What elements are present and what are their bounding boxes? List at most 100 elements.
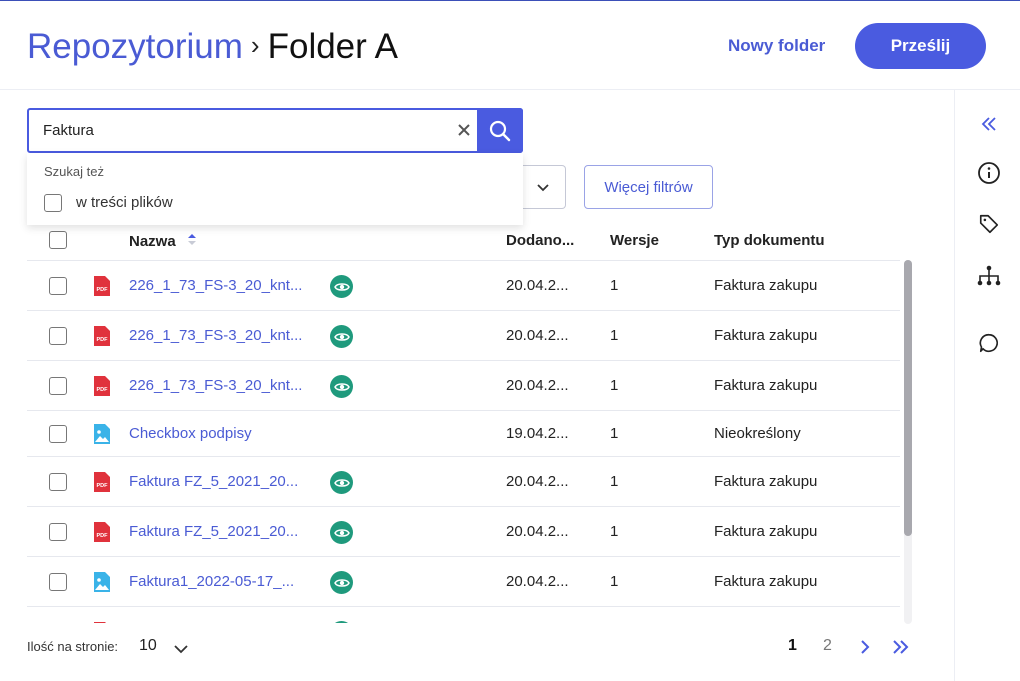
column-header-doctype[interactable]: Typ dokumentu bbox=[714, 232, 825, 249]
eye-icon bbox=[333, 382, 350, 391]
svg-text:PDF: PDF bbox=[97, 337, 109, 343]
svg-text:PDF: PDF bbox=[97, 387, 109, 393]
page-2-button[interactable]: 2 bbox=[823, 637, 832, 655]
clear-search-button[interactable] bbox=[453, 119, 475, 141]
next-page-icon[interactable] bbox=[857, 638, 873, 656]
more-filters-button[interactable]: Więcej filtrów bbox=[584, 165, 713, 209]
search-file-contents-checkbox[interactable] bbox=[44, 194, 62, 212]
row-checkbox[interactable] bbox=[49, 425, 67, 443]
preview-badge[interactable] bbox=[330, 621, 353, 623]
preview-badge[interactable] bbox=[330, 471, 353, 494]
file-name-link[interactable]: 226_1_73_FS-3_20_knt... bbox=[129, 377, 314, 394]
document-type: Faktura zakupu bbox=[714, 523, 818, 540]
preview-badge[interactable] bbox=[330, 325, 353, 348]
row-checkbox[interactable] bbox=[49, 277, 67, 295]
page-header: Repozytorium › Folder A Nowy folder Prześl… bbox=[0, 1, 1020, 90]
eye-icon bbox=[333, 478, 350, 487]
row-checkbox[interactable] bbox=[49, 523, 67, 541]
double-chevron-left-icon bbox=[981, 117, 996, 131]
document-type: Nieokreślony bbox=[714, 425, 801, 442]
column-header-versions[interactable]: Wersje bbox=[610, 232, 659, 249]
pdf-file-icon: PDF bbox=[94, 522, 110, 542]
version-count: 1 bbox=[610, 377, 619, 394]
last-page-icon[interactable] bbox=[890, 638, 912, 656]
image-file-icon bbox=[94, 572, 110, 592]
chevron-down-icon[interactable] bbox=[172, 640, 190, 658]
document-type: Faktura zakupu bbox=[714, 377, 818, 394]
eye-icon bbox=[333, 332, 350, 341]
column-header-added[interactable]: Dodano... bbox=[506, 232, 574, 249]
pdf-file-icon: PDF bbox=[94, 276, 110, 296]
version-count: 1 bbox=[610, 277, 619, 294]
row-checkbox[interactable] bbox=[49, 377, 67, 395]
preview-badge[interactable] bbox=[330, 521, 353, 544]
search-also-label: Szukaj też bbox=[44, 164, 104, 179]
scrollbar-thumb[interactable] bbox=[904, 260, 912, 536]
eye-icon bbox=[333, 578, 350, 587]
table-row[interactable]: Faktura1_2022-05-17_... 20.04.2... 1 Faktur… bbox=[27, 557, 900, 607]
breadcrumb-root-link[interactable]: Repozytorium bbox=[27, 27, 243, 66]
info-icon bbox=[978, 162, 1000, 184]
per-page-select[interactable]: 10 bbox=[139, 637, 157, 655]
table-header: Nazwa Dodano... Wersje Typ dokumentu bbox=[27, 222, 900, 261]
image-file-icon bbox=[94, 424, 110, 444]
column-header-name[interactable]: Nazwa bbox=[129, 232, 198, 250]
upload-button[interactable]: Prześlij bbox=[855, 23, 986, 69]
select-all-checkbox[interactable] bbox=[49, 231, 67, 249]
document-type: Faktura zakupu bbox=[714, 473, 818, 490]
added-date: 20.04.2... bbox=[506, 277, 569, 294]
preview-badge[interactable] bbox=[330, 571, 353, 594]
comments-button[interactable] bbox=[975, 329, 1003, 357]
file-name-link[interactable]: Faktura FZ_5_2021_20... bbox=[129, 523, 314, 540]
row-checkbox[interactable] bbox=[49, 327, 67, 345]
row-checkbox[interactable] bbox=[49, 573, 67, 591]
documents-table: Nazwa Dodano... Wersje Typ dokumentu PDF… bbox=[27, 222, 900, 623]
search-box bbox=[27, 108, 523, 153]
filter-select-toggle[interactable] bbox=[520, 165, 566, 209]
table-row[interactable]: PDF Faktura FZ_5_2021_20... 20.04.2... 1 Fak… bbox=[27, 457, 900, 507]
file-name-link[interactable]: 226_1_73_FS-3_20_knt... bbox=[129, 277, 314, 294]
svg-text:PDF: PDF bbox=[97, 483, 109, 489]
table-scrollbar[interactable] bbox=[904, 260, 912, 624]
file-name-link[interactable]: Faktura1_2022-05-17_... bbox=[129, 573, 314, 590]
table-row[interactable]: PDF 226_1_73_FS-3_20_knt... 20.04.2... 1 Fak… bbox=[27, 361, 900, 411]
table-row[interactable]: PDF 226_1_73_FS-3_20_knt... 20.04.2... 1 Fak… bbox=[27, 311, 900, 361]
preview-badge[interactable] bbox=[330, 275, 353, 298]
search-input[interactable] bbox=[43, 110, 443, 151]
table-row[interactable]: PDF Faktura FZ_5_2021_20... 20.04.2... 1 Fak… bbox=[27, 507, 900, 557]
structure-button[interactable] bbox=[975, 262, 1003, 290]
added-date: 20.04.2... bbox=[506, 573, 569, 590]
file-name-link[interactable]: Checkbox podpisy bbox=[129, 425, 314, 442]
file-name-link[interactable]: 226_1_73_FS-3_20_knt... bbox=[129, 327, 314, 344]
comment-icon bbox=[979, 333, 998, 353]
new-folder-button[interactable]: Nowy folder bbox=[718, 31, 835, 61]
table-row[interactable]: Checkbox podpisy 19.04.2... 1 Nieokreślony bbox=[27, 411, 900, 457]
tag-icon bbox=[979, 214, 999, 234]
added-date: 20.04.2... bbox=[506, 523, 569, 540]
table-row[interactable]: PDFFZ_10_2022_2022-01...19.04.2...1Faktu… bbox=[27, 607, 900, 623]
search-file-contents-label[interactable]: w treści plików bbox=[76, 194, 173, 211]
info-button[interactable] bbox=[975, 159, 1003, 187]
version-count: 1 bbox=[610, 327, 619, 344]
pdf-file-icon: PDF bbox=[94, 622, 106, 623]
tags-button[interactable] bbox=[975, 210, 1003, 238]
version-count: 1 bbox=[610, 425, 619, 442]
document-type: Faktura zakupu bbox=[714, 277, 818, 294]
pdf-file-icon: PDF bbox=[94, 376, 110, 396]
search-icon bbox=[489, 120, 511, 141]
page-1-button[interactable]: 1 bbox=[788, 637, 797, 655]
pdf-file-icon: PDF bbox=[94, 472, 110, 492]
breadcrumb-separator: › bbox=[250, 30, 260, 60]
search-button[interactable] bbox=[477, 108, 523, 153]
search-options-dropdown: Szukaj też w treści plików bbox=[27, 153, 523, 225]
version-count: 1 bbox=[610, 573, 619, 590]
document-type: Faktura zakupu bbox=[714, 573, 818, 590]
collapse-panel-button[interactable] bbox=[975, 110, 1003, 138]
table-row[interactable]: PDF 226_1_73_FS-3_20_knt... 20.04.2... 1 Fak… bbox=[27, 261, 900, 311]
row-checkbox[interactable] bbox=[49, 473, 67, 491]
preview-badge[interactable] bbox=[330, 375, 353, 398]
column-header-name-label: Nazwa bbox=[129, 233, 176, 250]
document-type: Faktura zakupu bbox=[714, 327, 818, 344]
added-date: 20.04.2... bbox=[506, 377, 569, 394]
file-name-link[interactable]: Faktura FZ_5_2021_20... bbox=[129, 473, 314, 490]
